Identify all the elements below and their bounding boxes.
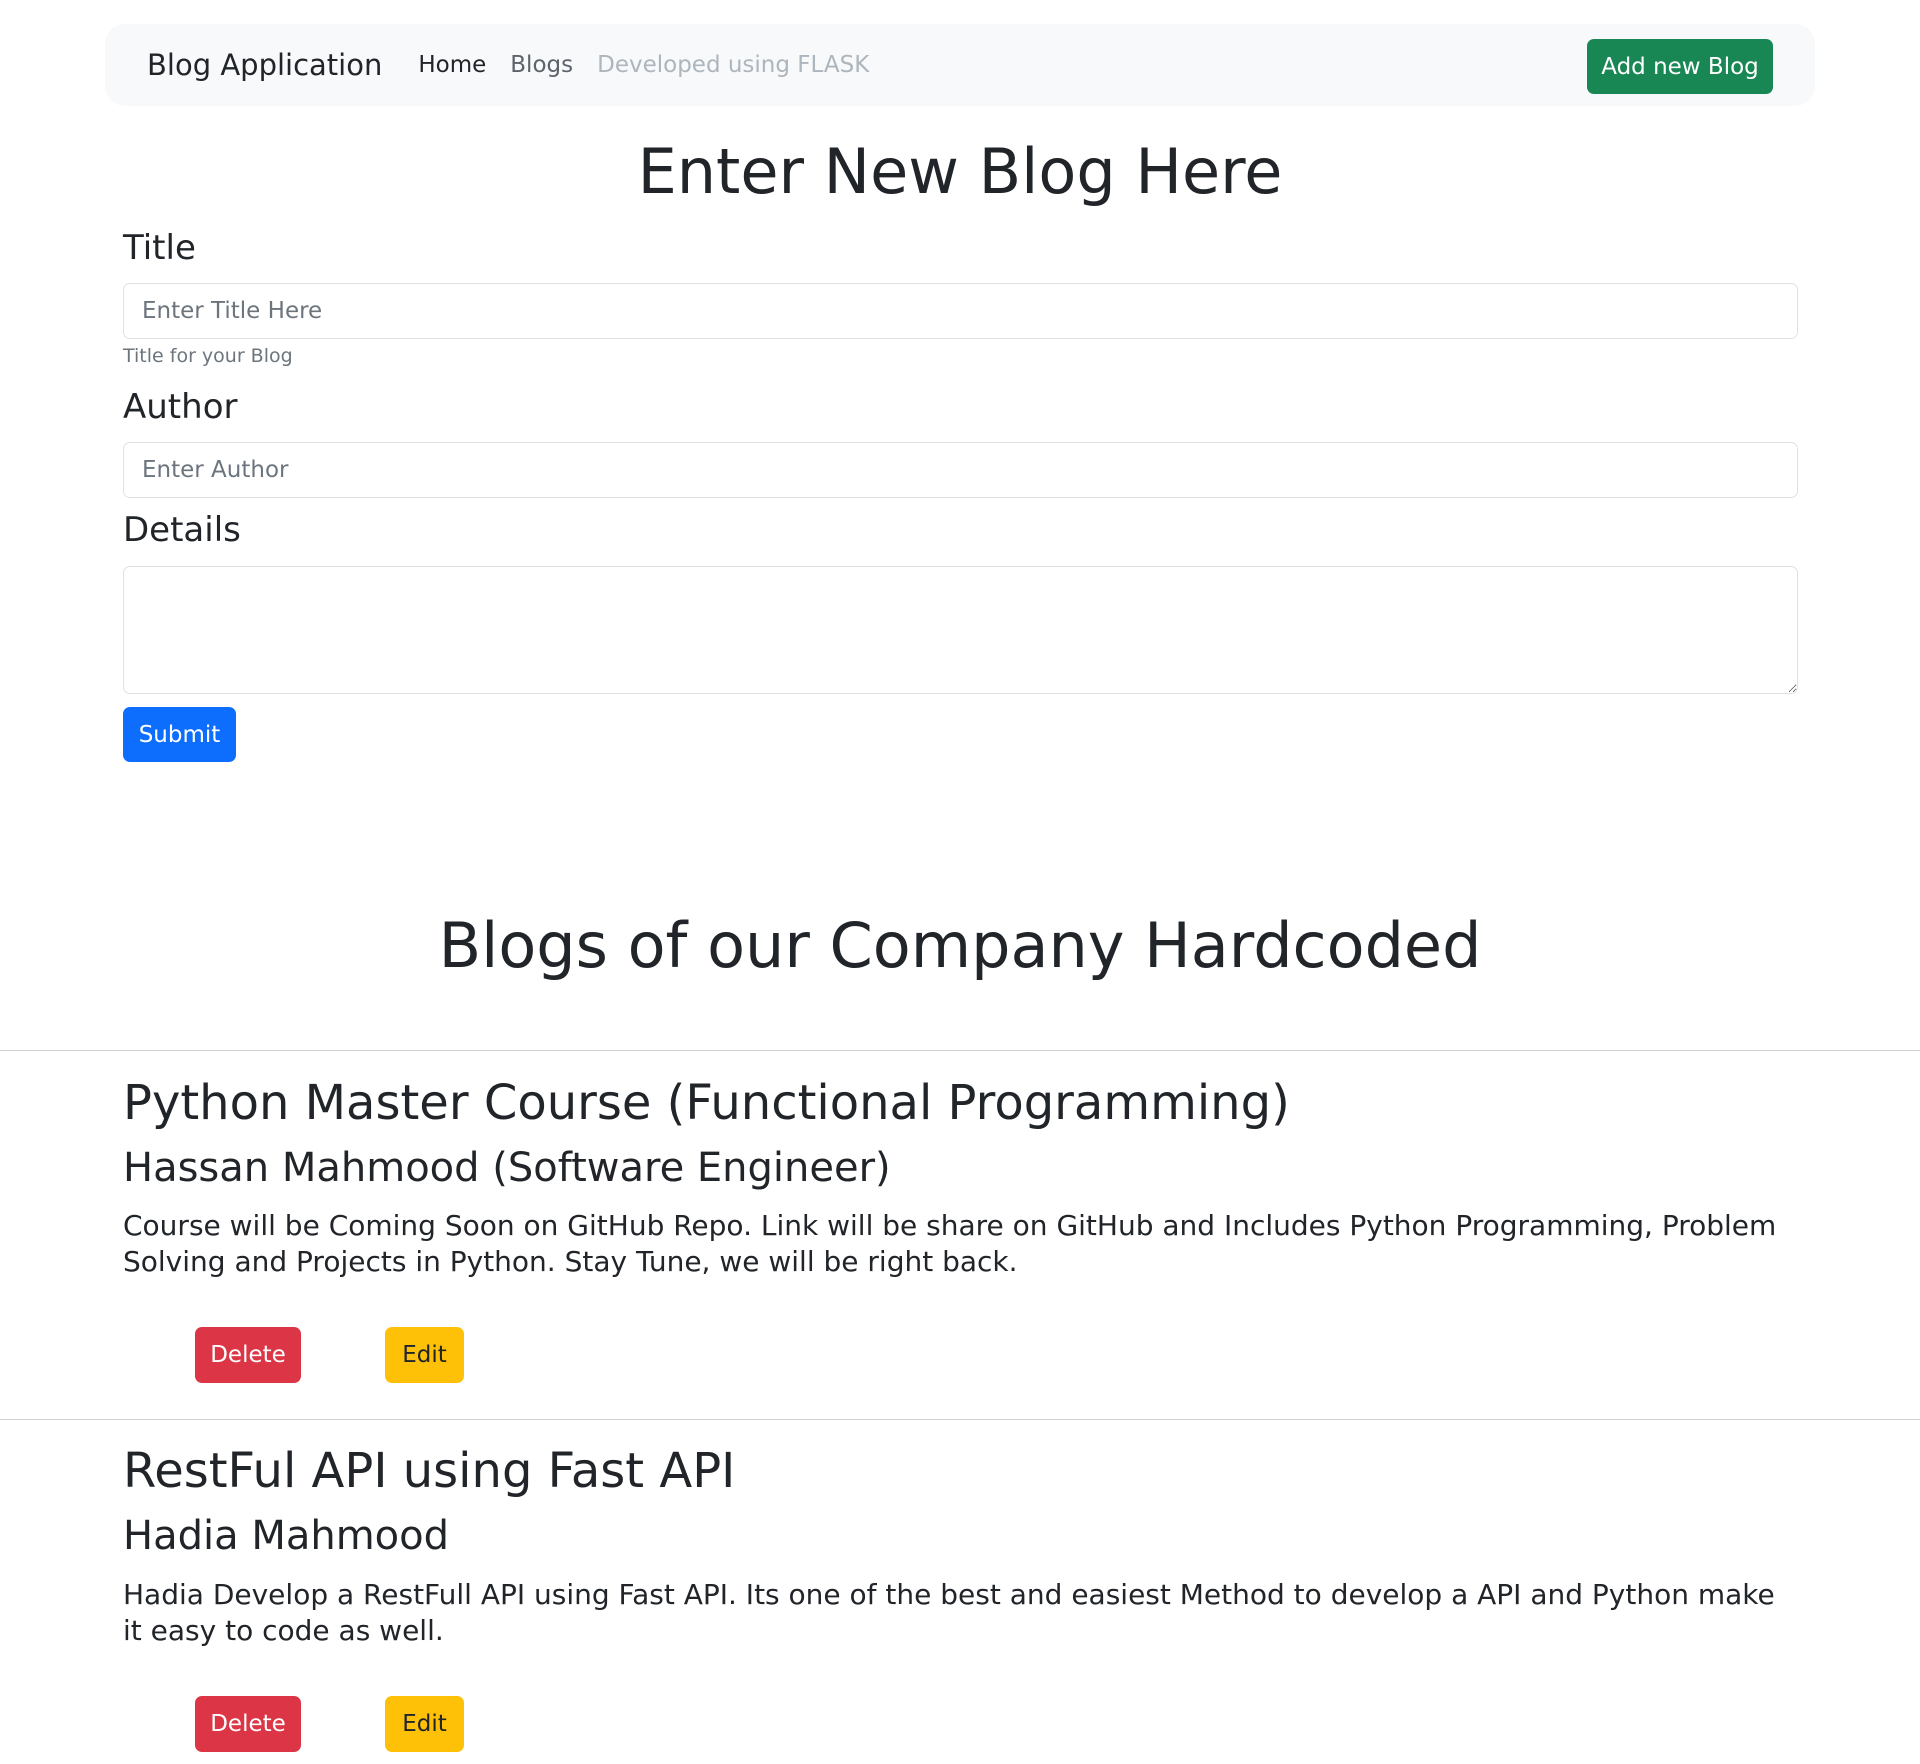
nav-link-developed-using-flask: Developed using FLASK	[597, 52, 870, 78]
blog-author: Hadia Mahmood	[123, 1513, 449, 1559]
title-help-text: Title for your Blog	[123, 345, 293, 367]
blog-title: Python Master Course (Functional Program…	[123, 1075, 1290, 1131]
blog-title: RestFul API using Fast API	[123, 1443, 736, 1499]
delete-button[interactable]: Delete	[195, 1327, 301, 1383]
nav-links: Home Blogs Developed using FLASK	[418, 52, 893, 78]
blog-author: Hassan Mahmood (Software Engineer)	[123, 1145, 891, 1191]
divider	[0, 1419, 1920, 1420]
blog-details: Course will be Coming Soon on GitHub Rep…	[123, 1209, 1777, 1278]
title-input[interactable]	[123, 283, 1798, 339]
add-new-blog-button[interactable]: Add new Blog	[1587, 39, 1773, 94]
author-label: Author	[123, 387, 238, 427]
blog-details: Hadia Develop a RestFull API using Fast …	[123, 1578, 1775, 1647]
navbar: Blog Application Home Blogs Developed us…	[105, 24, 1815, 106]
navbar-brand[interactable]: Blog Application	[147, 48, 382, 82]
details-label: Details	[123, 510, 241, 550]
blogs-heading: Blogs of our Company Hardcoded	[438, 909, 1482, 982]
divider	[0, 1050, 1920, 1051]
submit-button[interactable]: Submit	[123, 707, 236, 762]
form-heading: Enter New Blog Here	[637, 135, 1283, 208]
nav-link-home[interactable]: Home	[418, 52, 486, 78]
title-label: Title	[123, 228, 196, 268]
author-input[interactable]	[123, 442, 1798, 498]
edit-button[interactable]: Edit	[385, 1327, 464, 1383]
edit-button[interactable]: Edit	[385, 1696, 464, 1752]
nav-link-blogs[interactable]: Blogs	[510, 52, 573, 78]
delete-button[interactable]: Delete	[195, 1696, 301, 1752]
details-textarea[interactable]	[123, 566, 1798, 694]
